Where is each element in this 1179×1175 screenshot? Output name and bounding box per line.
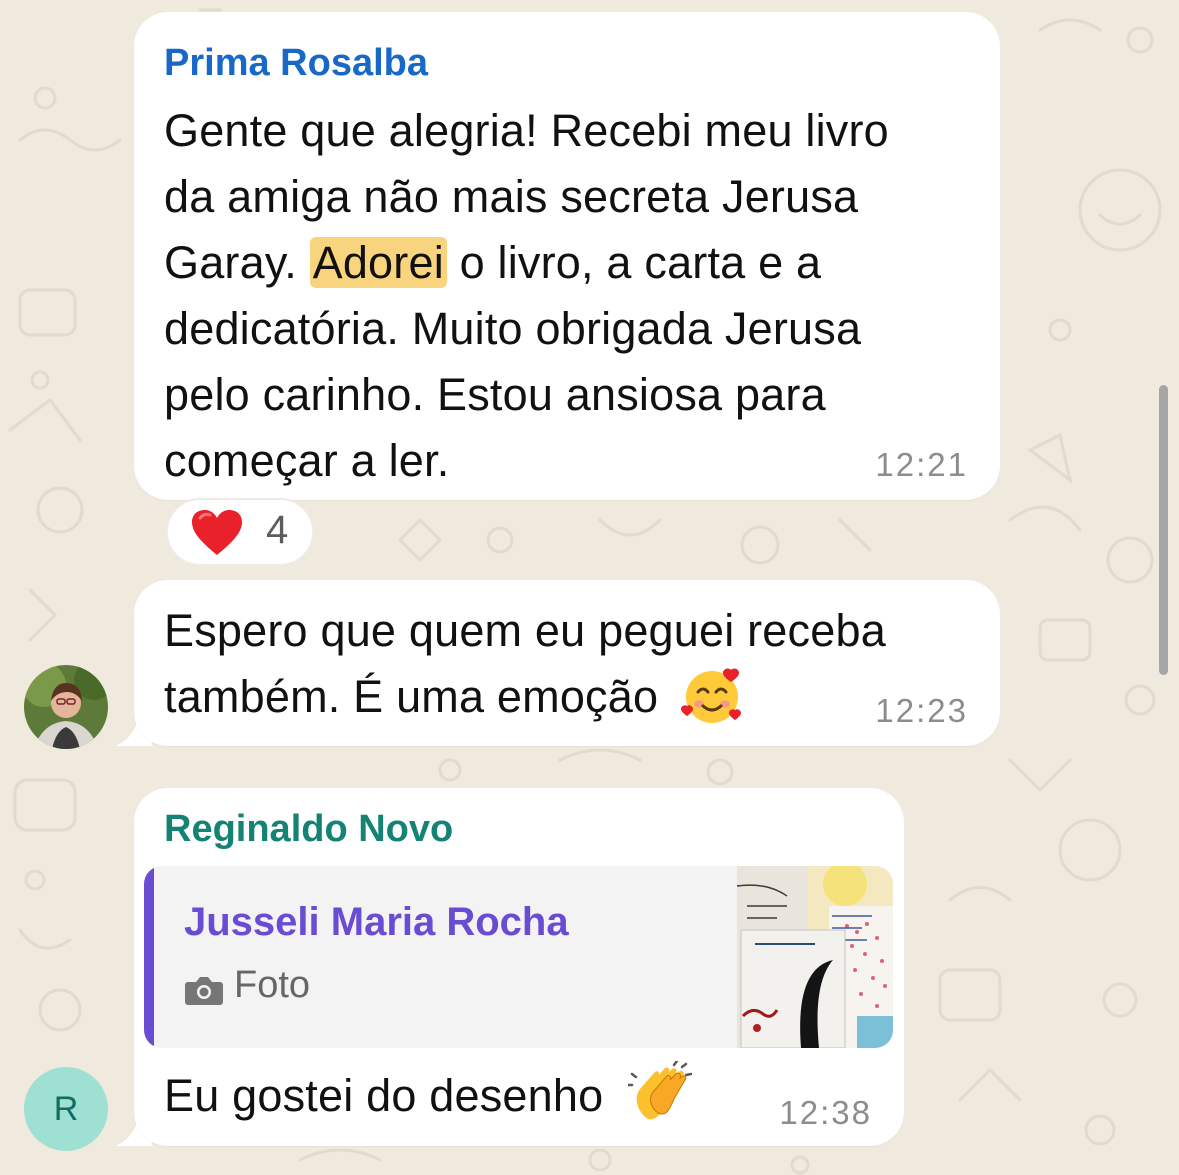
message-word: Garay. [164, 237, 297, 288]
reaction-pill[interactable]: 4 [166, 498, 314, 566]
message-text: Espero que quem eu peguei receba também.… [164, 598, 970, 730]
user-photo-avatar[interactable] [24, 665, 108, 749]
smiling-face-with-hearts-icon [680, 668, 741, 724]
message-time: 12:21 [875, 446, 968, 483]
avatar-photo-icon [24, 665, 108, 749]
red-heart-icon [192, 510, 242, 555]
camera-icon [185, 977, 223, 1005]
message-bubble-reginaldo-novo[interactable]: Reginaldo Novo Jusseli Maria Rocha Foto [134, 788, 904, 1146]
avatar-letter: R [53, 1089, 79, 1128]
message-time: 12:38 [779, 1094, 872, 1131]
message-text: Eu gostei do desenho [164, 1061, 693, 1129]
message-line: também. É uma emoção [164, 664, 970, 730]
reaction-count: 4 [266, 508, 289, 552]
message-line: pelo carinho. Estou ansiosa para [164, 369, 826, 420]
message-word: Eu gostei do desenho [164, 1070, 604, 1121]
sender-name[interactable]: Prima Rosalba [164, 40, 970, 86]
message-line: dedicatória. Muito obrigada Jerusa [164, 303, 862, 354]
message-line: Espero que quem eu peguei receba [164, 605, 886, 656]
book-photo-thumbnail[interactable] [737, 866, 893, 1048]
message-word: o livro, a carta e a [459, 237, 822, 288]
message-word: também. É uma emoção [164, 671, 659, 722]
letter-avatar[interactable]: R [24, 1067, 108, 1151]
message-line: Garay. Adorei o livro, a carta e a [164, 230, 970, 296]
search-highlight: Adorei [309, 237, 447, 288]
scrollbar[interactable] [1159, 385, 1168, 675]
sender-name[interactable]: Reginaldo Novo [164, 806, 892, 852]
message-bubble-prima-rosalba[interactable]: Prima Rosalba Gente que alegria! Recebi … [134, 12, 1000, 500]
message-line: da amiga não mais secreta Jerusa [164, 171, 859, 222]
clapping-hands-icon [628, 1061, 693, 1120]
message-line: Gente que alegria! Recebi meu livro [164, 105, 889, 156]
message-time: 12:23 [875, 692, 968, 729]
message-text: Gente que alegria! Recebi meu livro da a… [164, 98, 970, 494]
message-line: começar a ler. [164, 435, 450, 486]
quote-bar [144, 866, 154, 1048]
quote-author: Jusseli Maria Rocha [184, 900, 569, 944]
quoted-reply[interactable]: Jusseli Maria Rocha Foto [144, 866, 893, 1048]
message-bubble-continuation[interactable]: Espero que quem eu peguei receba também.… [134, 580, 1000, 746]
quote-type-label: Foto [234, 964, 311, 1006]
